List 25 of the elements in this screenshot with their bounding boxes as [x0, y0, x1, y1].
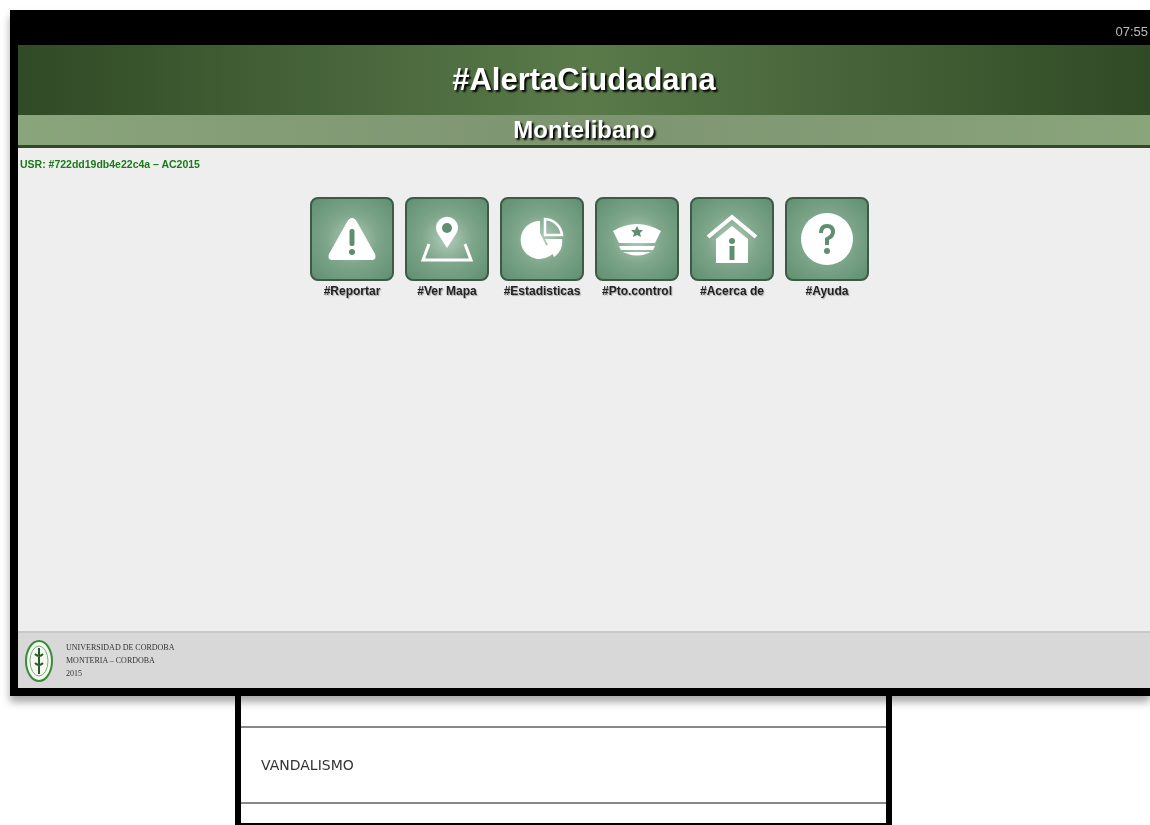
menu-tile[interactable] — [310, 197, 394, 281]
menu-label[interactable]: #Ayuda — [805, 284, 849, 298]
app-title: #AlertaCiudadana — [452, 62, 716, 98]
list-item[interactable]: VANDALISMO — [261, 757, 354, 773]
footer-text: MONTERIA – CORDOBA — [66, 656, 156, 665]
help-icon — [800, 212, 854, 266]
menu-tile[interactable] — [595, 197, 679, 281]
menu-tile[interactable] — [405, 197, 489, 281]
user-id: USR: #722dd19db4e22c4a – AC2015 — [20, 158, 201, 170]
menu-tile[interactable] — [785, 197, 869, 281]
house-info-icon — [704, 213, 760, 265]
menu-tile[interactable] — [500, 197, 584, 281]
city-name: Montelibano — [513, 116, 655, 144]
footer-text: UNIVERSIDAD DE CORDOBA — [66, 643, 175, 652]
menu-label[interactable]: #Reportar — [323, 284, 381, 298]
clock: 07:55 — [1115, 24, 1148, 39]
footer-text: 2015 — [66, 669, 83, 678]
map-pin-icon — [420, 216, 474, 262]
menu-label[interactable]: #Pto.control — [602, 284, 672, 298]
warning-icon — [327, 216, 377, 262]
seal-icon — [24, 638, 54, 683]
menu-tile[interactable] — [690, 197, 774, 281]
menu-label[interactable]: #Acerca de — [699, 284, 764, 298]
menu-label[interactable]: #Estadisticas — [503, 284, 581, 298]
menu-label[interactable]: #Ver Mapa — [417, 284, 477, 298]
